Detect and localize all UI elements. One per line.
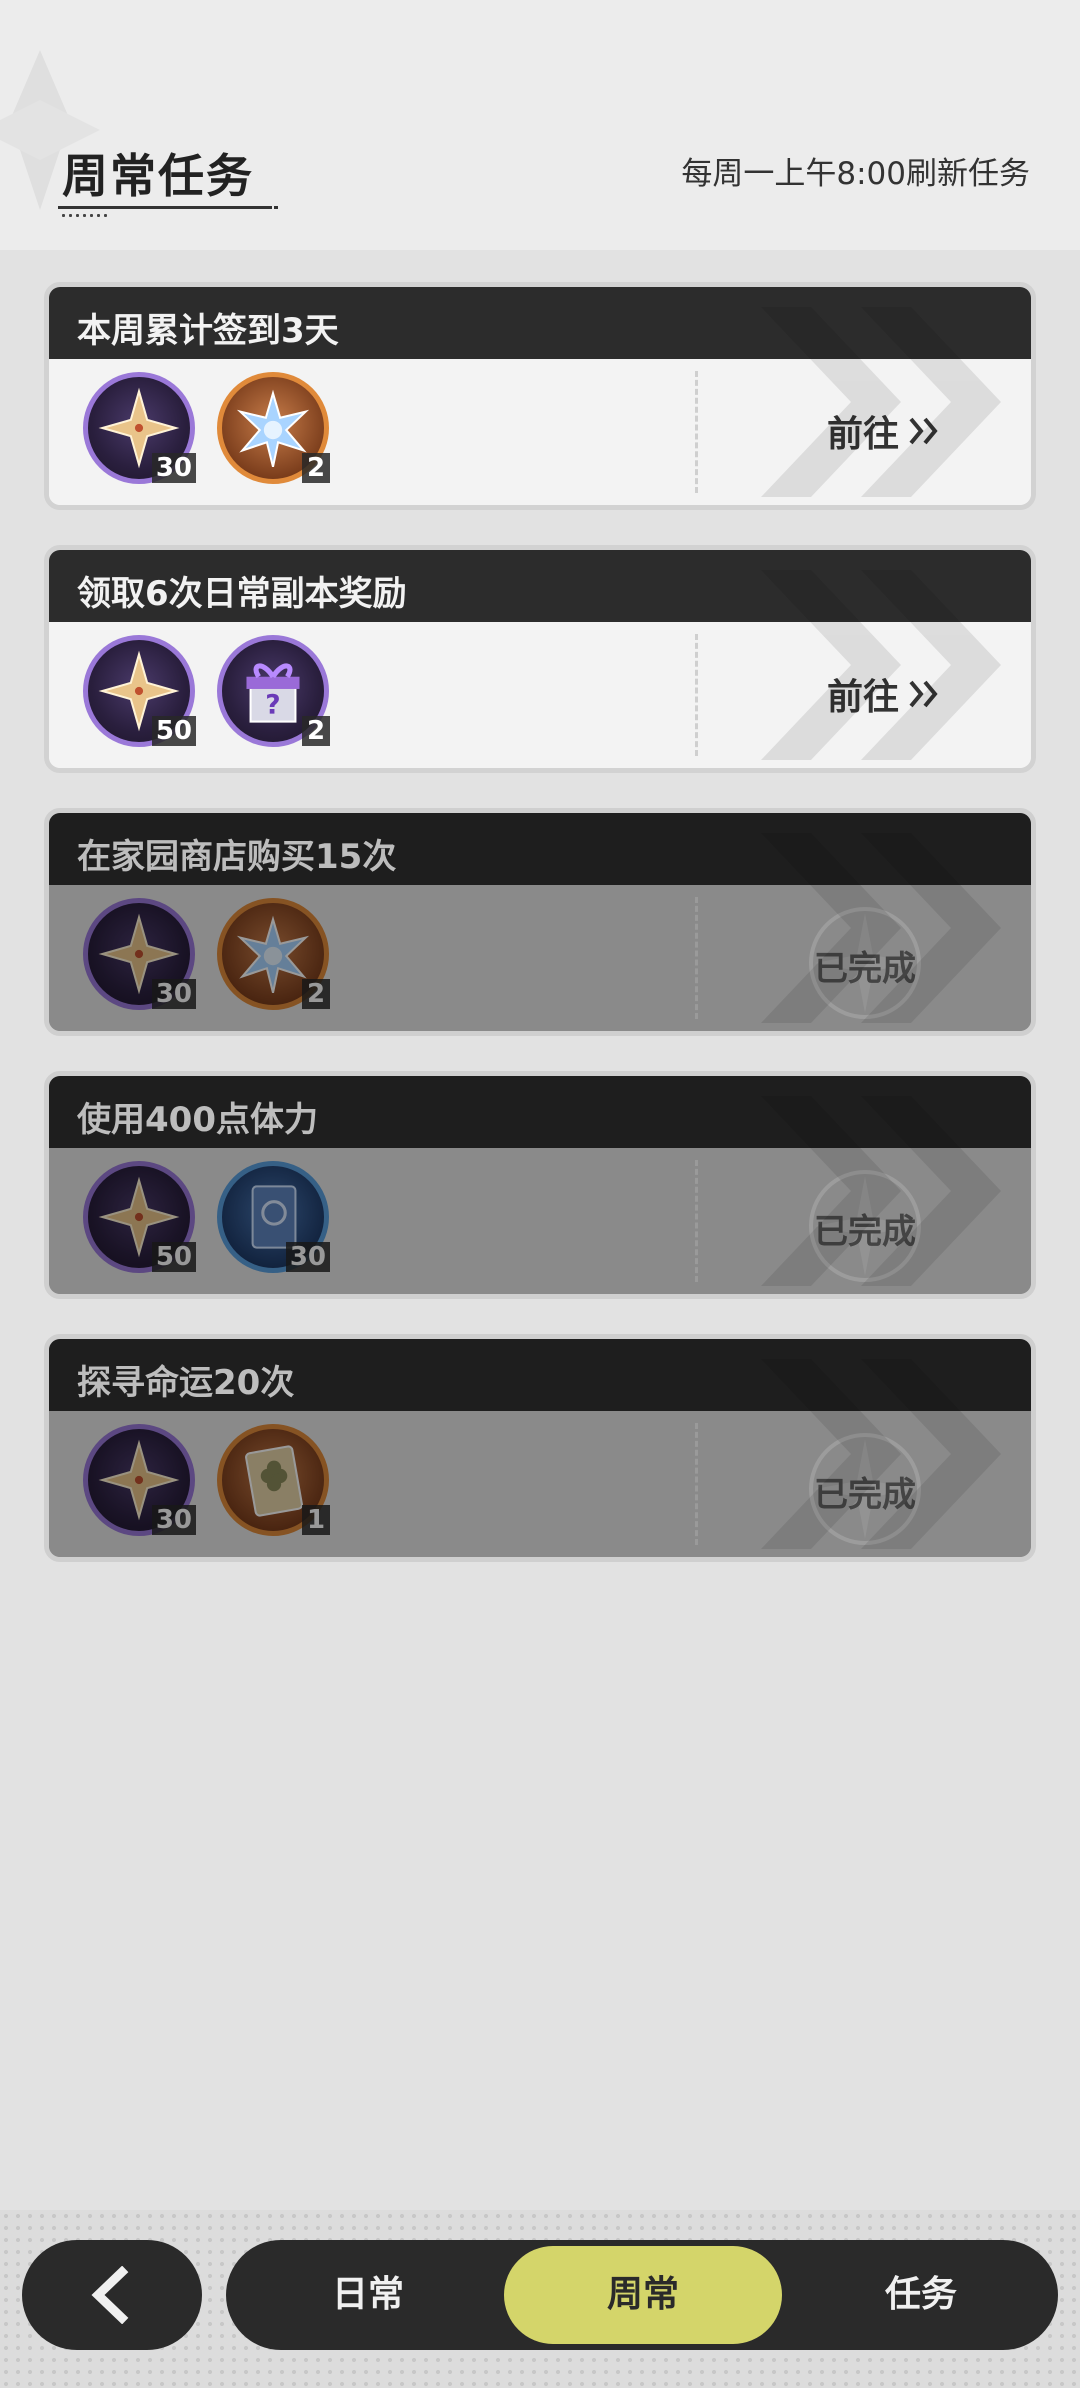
task-title: 在家园商店购买15次 [77,837,397,877]
task-title: 领取6次日常副本奖励 [77,574,407,614]
reward-count: 2 [302,453,330,483]
title-dots [60,214,110,217]
chevron-watermark-icon [761,1096,1001,1286]
tab-daily[interactable]: 日常 [226,2240,510,2350]
reward-count: 30 [151,979,196,1009]
tab-quests[interactable]: 任务 [786,2240,1056,2350]
reward-count: 30 [285,1242,330,1272]
divider [695,634,698,756]
chevron-watermark-icon [761,570,1001,760]
tab-weekly[interactable]: 周常 [504,2246,782,2344]
task-title: 使用400点体力 [77,1100,318,1140]
svg-text:?: ? [265,689,280,720]
task-card-completed: 在家园商店购买15次 30 2 已完成 [44,808,1036,1036]
reward-count: 2 [302,716,330,746]
task-card-completed: 探寻命运20次 30 1 已完成 [44,1334,1036,1562]
reward-item[interactable]: ? 2 [217,635,330,747]
reward-count: 50 [151,716,196,746]
reward-count: 1 [302,1505,330,1535]
page-header: 周常任务 每周一上午8:00刷新任务 [0,0,1080,250]
reward-item[interactable]: 30 [217,1161,330,1273]
reward-item[interactable]: 50 [83,1161,196,1273]
reward-count: 2 [302,979,330,1009]
reward-item[interactable]: 2 [217,898,330,1010]
divider [695,897,698,1019]
tab-bar: 日常 周常 任务 [226,2240,1058,2350]
chevron-watermark-icon [761,1359,1001,1549]
back-button[interactable] [22,2240,202,2350]
reward-item[interactable]: 30 [83,898,196,1010]
reward-count: 30 [151,1505,196,1535]
reward-item[interactable]: 2 [217,372,330,484]
divider [695,371,698,493]
reward-item[interactable]: 30 [83,372,196,484]
reward-count: 30 [151,453,196,483]
chevron-watermark-icon [761,307,1001,497]
reward-item[interactable]: 50 [83,635,196,747]
task-title: 本周累计签到3天 [77,311,339,351]
refresh-note: 每周一上午8:00刷新任务 [681,156,1030,192]
task-card: 本周累计签到3天 30 2 前往 [44,282,1036,510]
reward-item[interactable]: 1 [217,1424,330,1536]
reward-count: 50 [151,1242,196,1272]
task-title: 探寻命运20次 [77,1363,295,1403]
divider [695,1423,698,1545]
divider [695,1160,698,1282]
task-card: 领取6次日常副本奖励 50 ? 2 前往 [44,545,1036,773]
task-card-completed: 使用400点体力 50 30 已完成 [44,1071,1036,1299]
chevron-left-icon [91,2266,129,2324]
reward-item[interactable]: 30 [83,1424,196,1536]
title-underline [58,206,278,209]
task-list: 本周累计签到3天 30 2 前往 [44,282,1036,1597]
chevron-watermark-icon [761,833,1001,1023]
page-title: 周常任务 [62,149,254,203]
